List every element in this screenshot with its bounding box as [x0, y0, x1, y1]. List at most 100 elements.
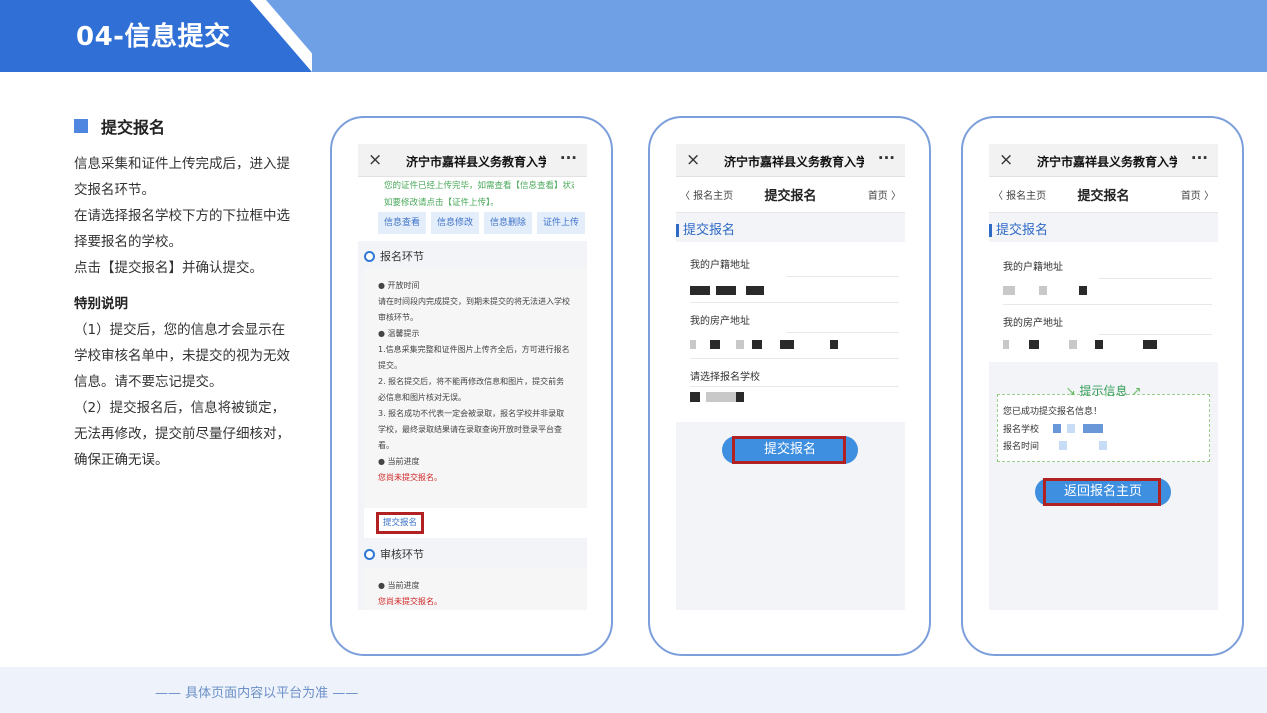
- page-title: 04-信息提交: [76, 22, 231, 52]
- leaf-icon: ↘: [1065, 384, 1076, 398]
- divider: [690, 386, 899, 387]
- close-icon[interactable]: ×: [999, 150, 1013, 170]
- info-title: ↘ 提示信息 ↗: [989, 382, 1218, 399]
- special-line: （1）提交后，您的信息才会显示在: [74, 322, 286, 338]
- info-line: ● 当前进度: [378, 457, 420, 466]
- step-circle-icon: [364, 548, 375, 560]
- registration-form: 我的户籍地址 我的房产地址: [989, 242, 1218, 362]
- phone-screen-3: × 济宁市嘉祥县义务教育入学 ··· 〈 报名主页 提交报名 首页 〉 提交报名…: [989, 144, 1218, 610]
- cert-upload-button[interactable]: 证件上传: [537, 212, 586, 234]
- info-line: 审核环节。: [378, 313, 418, 322]
- info-line: ● 温馨提示: [378, 329, 420, 338]
- masked-value: [716, 286, 736, 295]
- info-delete-button[interactable]: 信息删除: [484, 212, 533, 234]
- intro-text: 信息采集和证件上传完成后，进入提 交报名环节。 在请选择报名学校下方的下拉框中选…: [74, 151, 304, 281]
- review-info-text: ● 当前进度 您尚未提交报名。: [378, 578, 442, 610]
- special-note-title: 特别说明: [74, 296, 128, 312]
- webview-topbar: × 济宁市嘉祥县义务教育入学 ···: [676, 144, 905, 177]
- step-registration: 报名环节: [364, 248, 424, 264]
- masked-school: [1053, 424, 1061, 433]
- masked-value: [710, 340, 720, 349]
- step-label: 报名环节: [380, 250, 424, 263]
- registration-info-text: ● 开放时间 请在时间段内完成提交，到期未提交的将无法进入学校 审核环节。 ● …: [378, 278, 583, 486]
- intro-line: 信息采集和证件上传完成后，进入提: [74, 156, 290, 172]
- info-line: 2. 报名提交后，将不能再修改信息和图片，提交前务: [378, 377, 565, 386]
- webview-title: 济宁市嘉祥县义务教育入学: [406, 155, 546, 169]
- info-line: 看。: [378, 441, 394, 450]
- home-link[interactable]: 首页 〉: [1181, 187, 1214, 202]
- info-title-text: 提示信息: [1079, 384, 1128, 398]
- highlight-box: [1043, 478, 1161, 506]
- divider: [1003, 304, 1212, 305]
- slide: 04-信息提交 提交报名 信息采集和证件上传完成后，进入提 交报名环节。 在请选…: [0, 0, 1267, 713]
- special-line: （2）提交报名后，信息将被锁定，: [74, 400, 286, 416]
- masked-value: [780, 340, 794, 349]
- phone-frame-3: × 济宁市嘉祥县义务教育入学 ··· 〈 报名主页 提交报名 首页 〉 提交报名…: [961, 116, 1244, 656]
- intro-line: 点击【提交报名】并确认提交。: [74, 260, 263, 276]
- phone-screen-1: × 济宁市嘉祥县义务教育入学 ··· 您的证件已经上传完毕，如需查看【信息查看】…: [358, 144, 587, 610]
- divider: [690, 302, 899, 303]
- school-select-label: 请选择报名学校: [690, 372, 760, 383]
- info-line: 必信息和图片核对无误。: [378, 393, 466, 402]
- form-section-title: 提交报名: [989, 224, 1048, 237]
- info-line: 学校，最终录取结果请在录取查询开放时登录平台查: [378, 425, 562, 434]
- divider: [786, 276, 899, 277]
- masked-value: [1143, 340, 1157, 349]
- step-label: 审核环节: [380, 548, 424, 561]
- cert-status-text: 您的证件已经上传完毕，如需查看【信息查看】状态操作，: [384, 181, 574, 191]
- status-text: 您尚未提交报名。: [378, 473, 442, 482]
- home-link[interactable]: 首页 〉: [868, 187, 901, 202]
- masked-value: [1069, 340, 1077, 349]
- masked-value: [1039, 286, 1047, 295]
- leaf-icon: ↗: [1131, 384, 1142, 398]
- special-note-text: （1）提交后，您的信息才会显示在 学校审核名单中，未提交的视为无效 信息。请不要…: [74, 317, 304, 473]
- masked-value: [752, 340, 762, 349]
- info-view-button[interactable]: 信息查看: [378, 212, 427, 234]
- divider: [1099, 334, 1212, 335]
- masked-value: [1003, 340, 1009, 349]
- info-line: 1.信息采集完整和证件图片上传齐全后，方可进行报名: [378, 345, 570, 354]
- info-edit-button[interactable]: 信息修改: [431, 212, 480, 234]
- registration-form: 我的户籍地址 我的房产地址 请选择报名学校: [676, 242, 905, 422]
- status-text: 您尚未提交报名。: [378, 597, 442, 606]
- masked-value: [690, 340, 696, 349]
- masked-time: [1059, 441, 1067, 450]
- close-icon[interactable]: ×: [368, 150, 382, 170]
- divider: [690, 358, 899, 359]
- special-line: 学校审核名单中，未提交的视为无效: [74, 348, 290, 364]
- more-icon[interactable]: ···: [1191, 149, 1208, 167]
- household-address-label: 我的户籍地址: [690, 260, 750, 271]
- submit-registration-link[interactable]: 提交报名: [376, 512, 425, 534]
- footer-note: —— 具体页面内容以平台为准 ——: [155, 686, 359, 701]
- masked-school-select[interactable]: [690, 392, 700, 402]
- masked-value: [1079, 286, 1087, 295]
- property-address-label: 我的房产地址: [690, 316, 750, 327]
- webview-topbar: × 济宁市嘉祥县义务教育入学 ···: [358, 144, 587, 177]
- intro-line: 择要报名的学校。: [74, 234, 182, 250]
- info-line: ● 当前进度: [378, 581, 420, 590]
- time-label: 报名时间: [1003, 442, 1040, 452]
- masked-school-select[interactable]: [706, 392, 736, 402]
- square-bullet-icon: [74, 119, 88, 133]
- action-chip-row: 信息查看 信息修改 信息删除 证件上传: [378, 212, 586, 234]
- intro-line: 在请选择报名学校下方的下拉框中选: [74, 208, 290, 224]
- webview-title: 济宁市嘉祥县义务教育入学: [1037, 155, 1177, 169]
- special-line: 无法再修改，提交前尽量仔细核对，: [74, 426, 290, 442]
- step-review: 审核环节: [364, 546, 424, 562]
- masked-value: [1095, 340, 1103, 349]
- phone-screen-2: × 济宁市嘉祥县义务教育入学 ··· 〈 报名主页 提交报名 首页 〉 提交报名…: [676, 144, 905, 610]
- step-circle-icon: [364, 250, 375, 262]
- info-line: 3. 报名成功不代表一定会被录取，报名学校并非录取: [378, 409, 565, 418]
- more-icon[interactable]: ···: [560, 149, 577, 167]
- form-section-title: 提交报名: [676, 224, 735, 237]
- success-message: 您已成功提交报名信息！: [1003, 407, 1103, 417]
- more-icon[interactable]: ···: [878, 149, 895, 167]
- page-navbar: 〈 报名主页 提交报名 首页 〉: [989, 177, 1218, 213]
- instruction-panel: 提交报名 信息采集和证件上传完成后，进入提 交报名环节。 在请选择报名学校下方的…: [74, 115, 304, 473]
- page-navbar: 〈 报名主页 提交报名 首页 〉: [676, 177, 905, 213]
- divider: [1099, 278, 1212, 279]
- masked-school-select[interactable]: [736, 392, 744, 402]
- info-line: 请在时间段内完成提交，到期未提交的将无法进入学校: [378, 297, 570, 306]
- info-line: 提交。: [378, 361, 402, 370]
- close-icon[interactable]: ×: [686, 150, 700, 170]
